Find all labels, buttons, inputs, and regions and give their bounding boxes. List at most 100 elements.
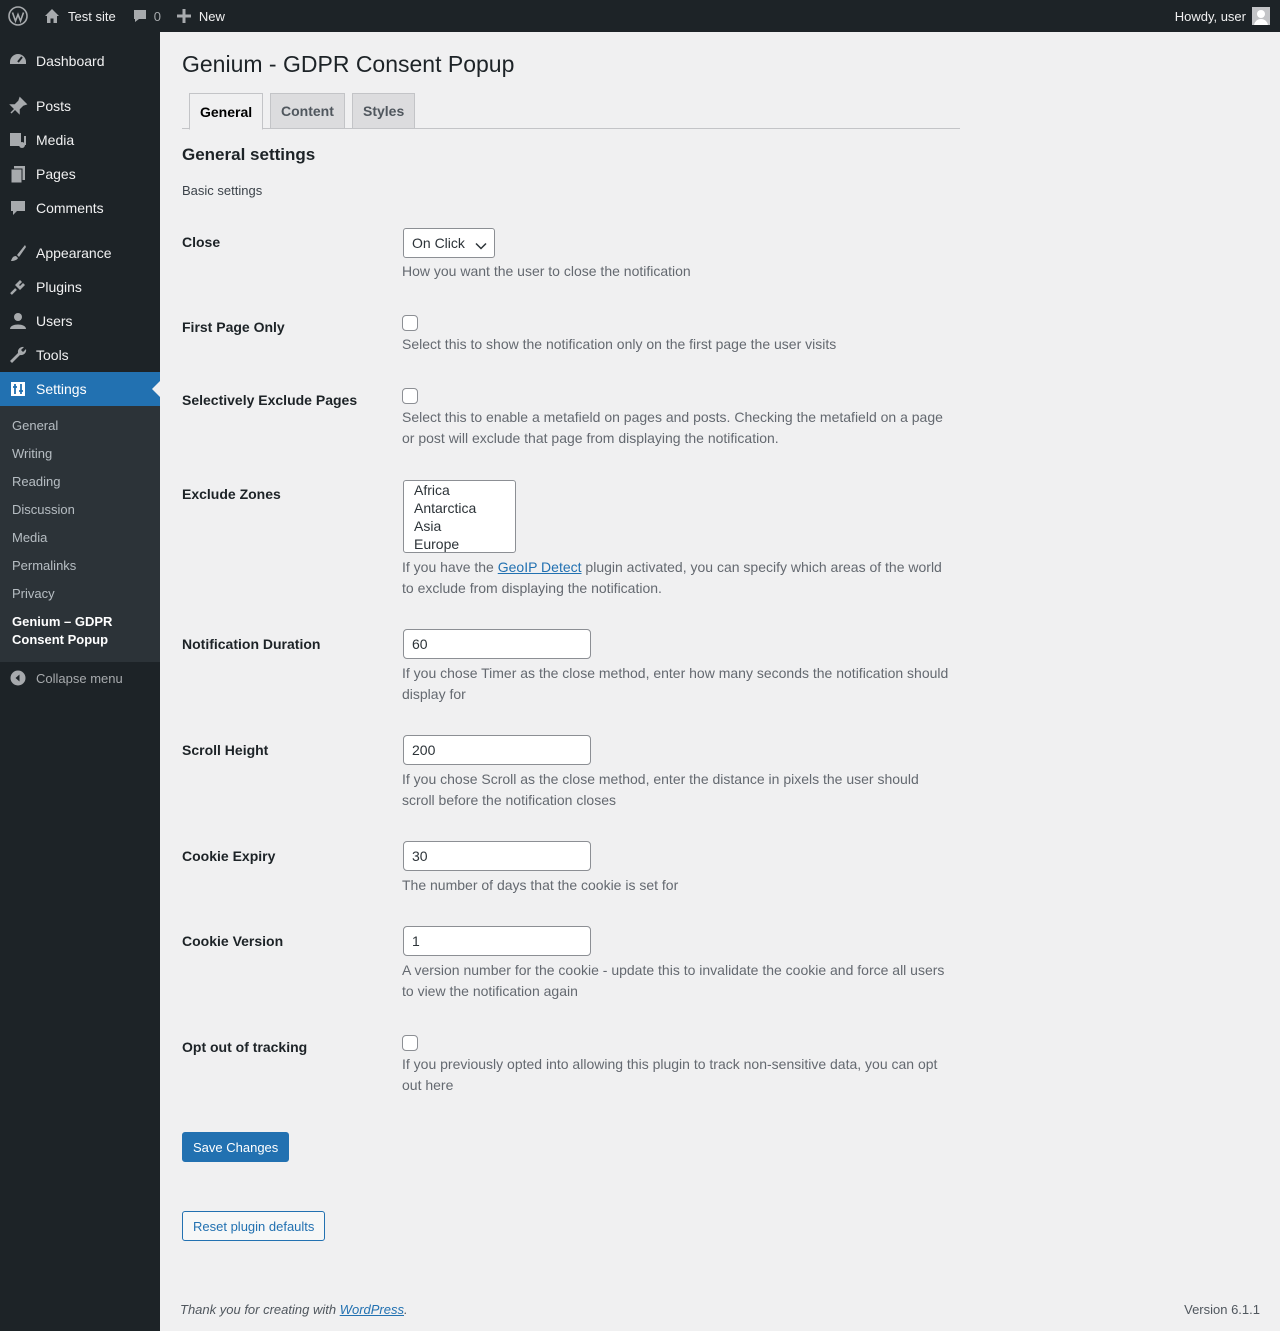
submenu-item-writing[interactable]: Writing — [12, 445, 52, 463]
page-title: Genium - GDPR Consent Popup — [182, 51, 515, 77]
new-label: New — [198, 8, 225, 24]
exclude-zones-listbox[interactable]: Africa Antarctica Asia Europe — [403, 480, 516, 553]
plus-icon — [176, 9, 191, 23]
close-label: Close — [182, 234, 221, 250]
media-icon — [0, 130, 36, 150]
footer-thanks-text: Thank you for creating with — [180, 1302, 340, 1317]
sidebar-item-label: Settings — [36, 381, 87, 397]
cookie-version-input[interactable]: 1 — [403, 926, 591, 956]
footer-thanks-text: . — [404, 1302, 408, 1317]
cookie-expiry-input[interactable]: 30 — [403, 841, 591, 871]
zone-option[interactable]: Africa — [404, 481, 515, 499]
exclude-pages-label: Selectively Exclude Pages — [182, 392, 358, 408]
main-content: Genium - GDPR Consent Popup General Cont… — [160, 32, 1280, 1331]
sidebar-item-tools[interactable]: Tools — [0, 338, 160, 372]
zone-option[interactable]: Antarctica — [404, 499, 515, 517]
sidebar-item-users[interactable]: Users — [0, 304, 160, 338]
sidebar-item-comments[interactable]: Comments — [0, 191, 160, 225]
footer-thanks: Thank you for creating with WordPress. — [180, 1302, 408, 1317]
sidebar-item-label: Tools — [36, 347, 69, 363]
submenu-item-reading[interactable]: Reading — [12, 473, 60, 491]
sidebar-item-label: Dashboard — [36, 53, 105, 69]
my-account[interactable]: Howdy, user — [1167, 0, 1280, 32]
sidebar-item-label: Plugins — [36, 279, 82, 295]
sidebar-item-pages[interactable]: Pages — [0, 157, 160, 191]
sidebar-item-plugins[interactable]: Plugins — [0, 270, 160, 304]
sidebar-item-appearance[interactable]: Appearance — [0, 236, 160, 270]
pages-icon — [0, 164, 36, 184]
sidebar-item-dashboard[interactable]: Dashboard — [0, 44, 160, 78]
sidebar-item-settings[interactable]: Settings — [0, 372, 160, 406]
site-name: Test site — [68, 8, 116, 24]
avatar — [1252, 7, 1270, 25]
home-icon — [44, 8, 60, 24]
wrench-icon — [0, 345, 36, 365]
scroll-height-input[interactable]: 200 — [403, 735, 591, 765]
collapse-menu-label: Collapse menu — [36, 670, 123, 686]
comment-bubble-icon — [132, 8, 148, 24]
exclude-zones-label: Exclude Zones — [182, 486, 281, 502]
close-select[interactable]: On Click — [403, 228, 495, 258]
notification-duration-label: Notification Duration — [182, 636, 321, 652]
brush-icon — [0, 243, 36, 263]
comments-count: 0 — [153, 8, 161, 24]
sidebar-item-media[interactable]: Media — [0, 123, 160, 157]
submenu-item-gdpr-consent-popup[interactable]: Genium – GDPR Consent Popup — [12, 613, 152, 649]
user-icon — [0, 311, 36, 331]
opt-out-label: Opt out of tracking — [182, 1039, 308, 1055]
sidebar-item-label: Users — [36, 313, 73, 329]
submenu-item-permalinks[interactable]: Permalinks — [12, 557, 76, 575]
footer-version: Version 6.1.1 — [1184, 1302, 1260, 1317]
sidebar-item-posts[interactable]: Posts — [0, 89, 160, 123]
new-content-link[interactable]: New — [169, 0, 233, 32]
dashboard-icon — [0, 51, 36, 71]
opt-out-checkbox[interactable] — [402, 1035, 418, 1051]
notification-duration-description: If you chose Timer as the close method, … — [402, 665, 949, 702]
tab-styles[interactable]: Styles — [352, 93, 416, 129]
sidebar-item-label: Media — [36, 132, 75, 148]
settings-icon — [0, 379, 36, 399]
close-select-value: On Click — [412, 235, 465, 251]
submenu-item-media[interactable]: Media — [12, 529, 47, 547]
exclude-zones-description: If you have the GeoIP Detect plugin acti… — [402, 557, 952, 599]
zone-option[interactable]: Europe — [404, 535, 515, 552]
comments-link[interactable]: 0 — [124, 0, 169, 32]
sidebar-item-label: Appearance — [36, 245, 112, 261]
admin-sidebar: Dashboard Posts Media Pages Comments App… — [0, 32, 160, 1331]
submenu-item-discussion[interactable]: Discussion — [12, 501, 75, 519]
comment-icon — [0, 198, 36, 218]
plugin-icon — [0, 277, 36, 297]
first-page-only-description: Select this to show the notification onl… — [402, 336, 837, 352]
tab-content[interactable]: Content — [270, 93, 345, 129]
exclude-zones-desc-text: If you have the — [402, 559, 498, 575]
cookie-version-label: Cookie Version — [182, 933, 284, 949]
submenu-item-privacy[interactable]: Privacy — [12, 585, 55, 603]
scroll-height-label: Scroll Height — [182, 742, 269, 758]
notification-duration-input[interactable]: 60 — [403, 629, 591, 659]
save-changes-button[interactable]: Save Changes — [182, 1132, 290, 1162]
wordpress-logo-icon[interactable] — [0, 0, 36, 32]
settings-submenu: General Writing Reading Discussion Media… — [0, 406, 160, 662]
geoip-detect-link[interactable]: GeoIP Detect — [498, 559, 582, 575]
opt-out-description: If you previously opted into allowing th… — [402, 1056, 938, 1093]
first-page-only-label: First Page Only — [182, 319, 285, 335]
site-name-link[interactable]: Test site — [36, 0, 124, 32]
tab-general[interactable]: General — [189, 93, 264, 130]
exclude-pages-description: Select this to enable a metafield on pag… — [402, 409, 943, 446]
first-page-only-checkbox[interactable] — [402, 315, 418, 331]
pin-icon — [0, 96, 36, 116]
exclude-pages-checkbox[interactable] — [402, 388, 418, 404]
submenu-item-general[interactable]: General — [12, 417, 58, 435]
reset-defaults-button[interactable]: Reset plugin defaults — [182, 1211, 326, 1241]
sidebar-item-label: Comments — [36, 200, 104, 216]
wordpress-link[interactable]: WordPress — [340, 1302, 404, 1317]
cookie-expiry-label: Cookie Expiry — [182, 848, 276, 864]
section-subtitle: Basic settings — [182, 183, 263, 198]
cookie-expiry-description: The number of days that the cookie is se… — [402, 877, 679, 893]
sidebar-item-label: Pages — [36, 166, 76, 182]
zone-option[interactable]: Asia — [404, 517, 515, 535]
collapse-menu-button[interactable]: Collapse menu — [0, 668, 123, 688]
settings-tabs: General Content Styles — [182, 93, 960, 130]
admin-bar: Test site 0 New Howdy, user — [0, 0, 1280, 32]
close-description: How you want the user to close the notif… — [402, 263, 691, 279]
